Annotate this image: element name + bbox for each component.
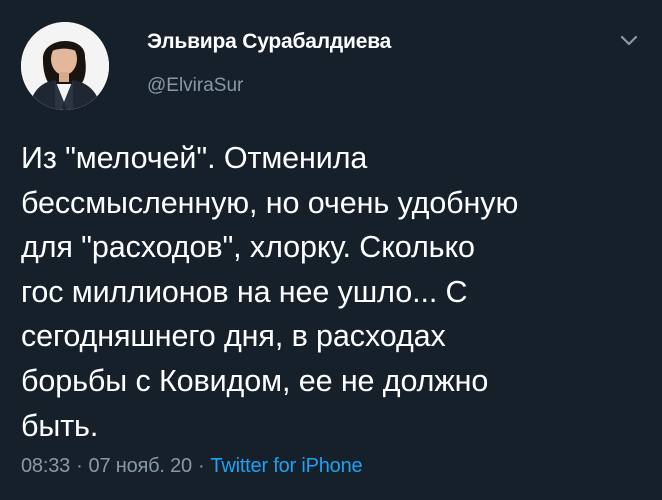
author-display-name[interactable]: Эльвира Сурабалдиева [147,30,391,54]
meta-separator: · [197,455,205,477]
tweet-text-line: бессмысленную, но очень удобную [21,185,519,220]
chevron-down-icon[interactable] [616,30,642,50]
tweet-date[interactable]: 07 нояб. 20 [89,455,193,477]
avatar[interactable] [21,22,109,110]
tweet-text-line: борьбы с Ковидом, ее не должно [21,363,489,398]
tweet-text-line: гос миллионов на нее ушло... С [21,274,468,309]
tweet-text-line: для "расходов", хлорку. Сколько [21,230,475,265]
tweet-text: Из "мелочей". Отменила бессмысленную, но… [21,136,646,448]
author-handle[interactable]: @ElviraSur [147,75,243,97]
tweet-text-line: быть. [21,408,99,443]
tweet-source-link[interactable]: Twitter for iPhone [210,455,362,477]
tweet-card: Эльвира Сурабалдиева @ElviraSur Из "мело… [0,0,662,500]
tweet-metadata: 08:33 · 07 нояб. 20 · Twitter for iPhone [21,455,363,478]
tweet-time[interactable]: 08:33 [21,455,70,477]
meta-separator: · [76,455,83,477]
tweet-text-line: сегодняшнего дня, в расходах [21,319,446,354]
tweet-text-line: Из "мелочей". Отменила [21,141,368,175]
profile-photo [21,22,109,110]
